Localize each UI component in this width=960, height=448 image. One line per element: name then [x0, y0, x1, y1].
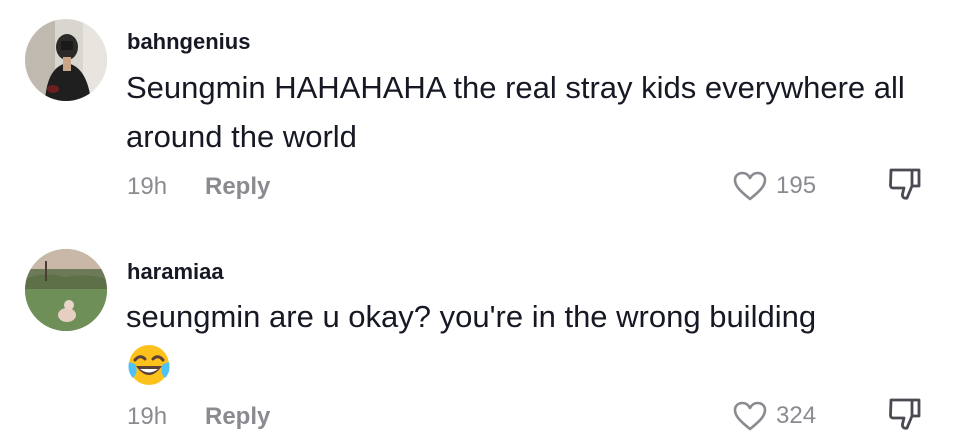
like-button[interactable]: 324 — [732, 399, 816, 433]
comment-text: seungmin are u okay? you're in the wrong… — [126, 299, 817, 334]
like-count: 324 — [776, 402, 817, 429]
dislike-button[interactable] — [885, 394, 927, 436]
reply-button[interactable]: Reply — [205, 403, 270, 431]
heart-outline-icon — [733, 401, 767, 431]
thumbs-down-icon — [889, 398, 921, 430]
face-with-tears-of-joy-icon — [126, 342, 172, 388]
comment-item: haramiaa seungmin are u okay? you're in … — [0, 0, 960, 448]
avatar[interactable] — [25, 249, 107, 331]
comment-username[interactable]: haramiaa — [127, 259, 224, 285]
user-photo-icon — [25, 249, 107, 331]
comment-timestamp: 19h — [127, 403, 168, 430]
